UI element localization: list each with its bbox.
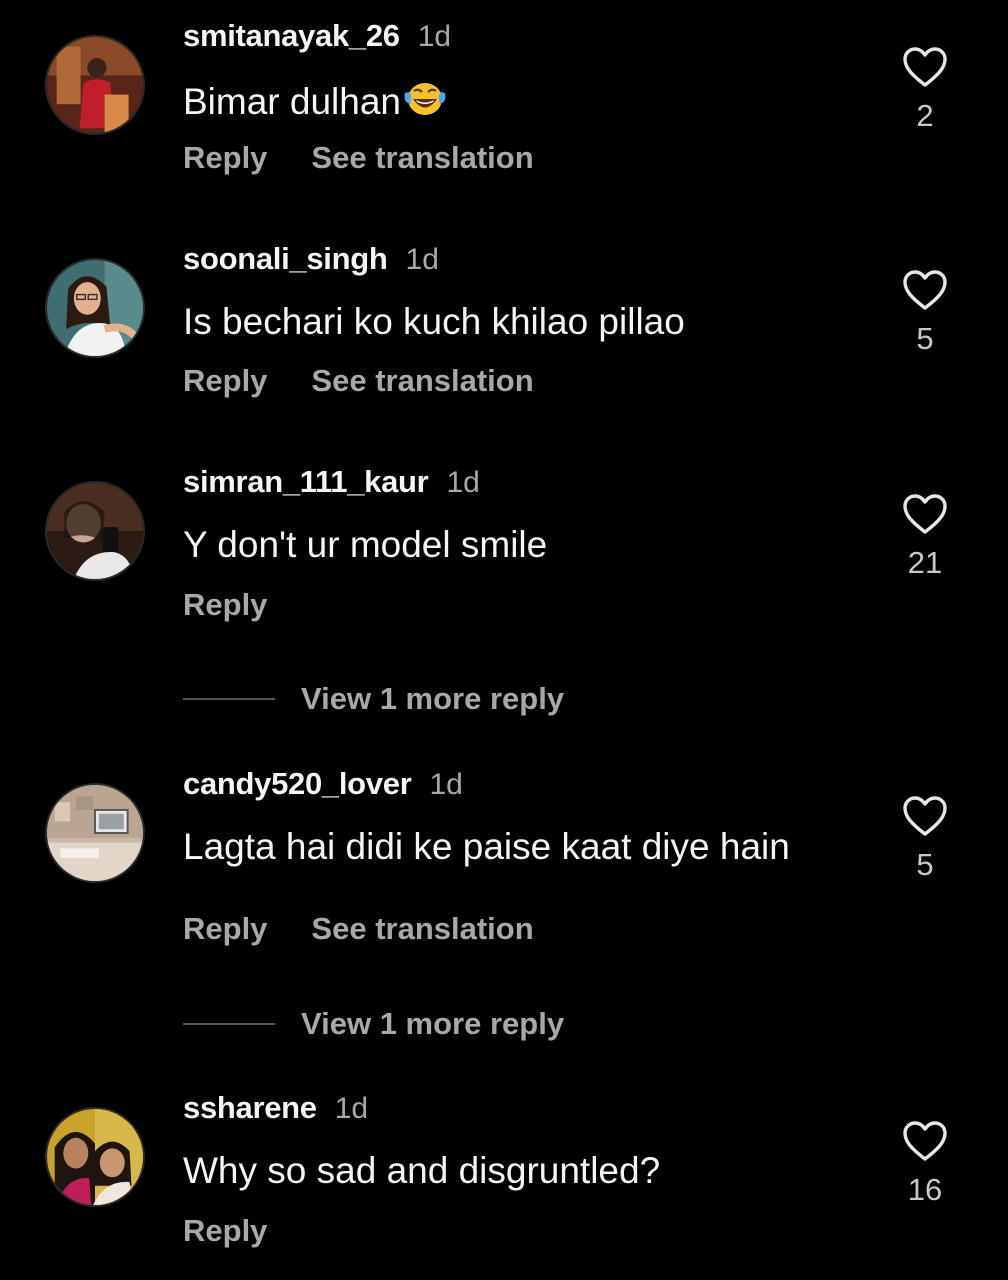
comment-time: 1d xyxy=(429,768,463,801)
comment-text: Why so sad and disgruntled? xyxy=(183,1150,661,1191)
comment-text-row: Bimar dulhan xyxy=(183,78,447,123)
like-count: 2 xyxy=(916,98,934,133)
avatar[interactable] xyxy=(45,258,145,358)
avatar[interactable] xyxy=(45,783,145,883)
like-count: 5 xyxy=(916,847,934,882)
heart-icon[interactable] xyxy=(890,46,960,88)
reply-button[interactable]: Reply xyxy=(183,911,267,946)
reply-divider-line xyxy=(183,698,275,700)
heart-icon[interactable] xyxy=(890,269,960,311)
comment-text: Y don't ur model smile xyxy=(183,524,548,565)
comment-time: 1d xyxy=(446,466,480,499)
like-count: 16 xyxy=(907,1172,943,1207)
heart-icon[interactable] xyxy=(890,1120,960,1162)
comment-username[interactable]: soonali_singh xyxy=(183,241,388,276)
reply-button[interactable]: Reply xyxy=(183,587,267,622)
comment-text: Is bechari ko kuch khilao pillao xyxy=(183,301,685,342)
avatar[interactable] xyxy=(45,35,145,135)
like-area: 5 xyxy=(890,269,960,357)
view-more-replies[interactable]: View 1 more reply xyxy=(183,681,564,717)
like-area: 2 xyxy=(890,46,960,134)
avatar[interactable] xyxy=(45,481,145,581)
reply-button[interactable]: Reply xyxy=(183,1213,267,1248)
like-area: 21 xyxy=(890,493,960,581)
see-translation-button[interactable]: See translation xyxy=(311,911,533,946)
heart-icon[interactable] xyxy=(890,795,960,837)
comment-text: Bimar dulhan xyxy=(183,81,402,122)
reply-divider-line xyxy=(183,1023,275,1025)
comment-username[interactable]: candy520_lover xyxy=(183,766,412,801)
reply-button[interactable]: Reply xyxy=(183,363,267,398)
view-more-replies[interactable]: View 1 more reply xyxy=(183,1006,564,1042)
laughing-tears-emoji-icon xyxy=(403,78,447,118)
comment-time: 1d xyxy=(405,243,439,276)
comment-time: 1d xyxy=(334,1092,369,1125)
comment-username[interactable]: simran_111_kaur xyxy=(183,464,429,499)
like-count: 21 xyxy=(907,545,943,580)
view-more-replies-label[interactable]: View 1 more reply xyxy=(301,681,564,716)
see-translation-button[interactable]: See translation xyxy=(311,140,533,175)
like-area: 16 xyxy=(890,1120,960,1208)
comment-username[interactable]: ssharene xyxy=(183,1090,317,1125)
view-more-replies-label[interactable]: View 1 more reply xyxy=(301,1006,564,1041)
see-translation-button[interactable]: See translation xyxy=(311,363,533,398)
comment-time: 1d xyxy=(417,20,452,53)
reply-button[interactable]: Reply xyxy=(183,140,267,175)
heart-icon[interactable] xyxy=(890,493,960,535)
like-area: 5 xyxy=(890,795,960,883)
avatar[interactable] xyxy=(45,1107,145,1207)
comment-text: Lagta hai didi ke paise kaat diye hain xyxy=(183,826,790,867)
like-count: 5 xyxy=(916,321,934,356)
comment-username[interactable]: smitanayak_26 xyxy=(183,18,400,53)
